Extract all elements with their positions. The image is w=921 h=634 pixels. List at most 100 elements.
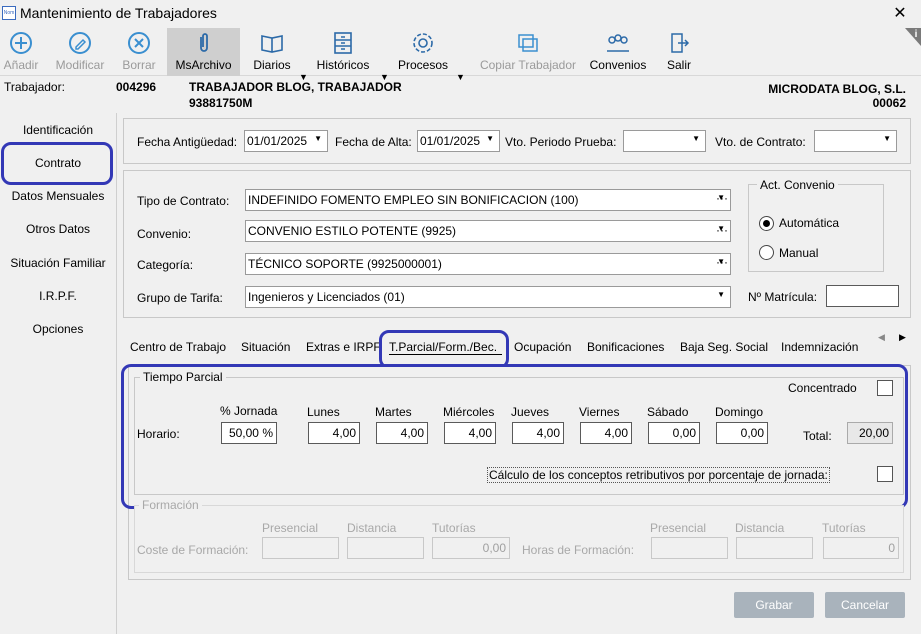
chevron-down-icon[interactable]: ▼ (692, 134, 700, 143)
group-icon (588, 28, 648, 58)
convenio-select[interactable]: CONVENIO ESTILO POTENTE (9925) ▼ (245, 220, 731, 242)
automatica-label: Automática (779, 216, 840, 230)
vto-contrato-date-field[interactable]: ▼ (814, 130, 897, 152)
sidebar-item-situacion-familiar[interactable]: Situación Familiar (0, 256, 116, 270)
sidebar-item-opciones[interactable]: Opciones (0, 322, 116, 336)
horas-formacion-label: Horas de Formación: (522, 543, 635, 557)
historicos-button[interactable]: Históricos (313, 28, 373, 76)
paperclip-icon (167, 28, 240, 58)
categoria-select[interactable]: TÉCNICO SOPORTE (9925000001) ▼ (245, 253, 731, 275)
cancel-button[interactable]: Cancelar (825, 592, 905, 618)
tab-baja-seg-social[interactable]: Baja Seg. Social (680, 340, 768, 354)
sidebar-item-identificacion[interactable]: Identificación (0, 123, 116, 137)
horas-tutorias-label: Tutorías (822, 521, 866, 535)
copy-worker-button[interactable]: Copiar Trabajador (478, 28, 578, 76)
tab-centro-trabajo[interactable]: Centro de Trabajo (130, 340, 226, 354)
procesos-dropdown-icon[interactable]: ▼ (456, 72, 465, 82)
antiguedad-label: Fecha Antigüedad: (137, 135, 238, 149)
matricula-label: Nº Matrícula: (748, 290, 818, 304)
categoria-more-button[interactable]: ··· (716, 255, 728, 269)
automatica-radio[interactable] (759, 216, 774, 231)
convenio-more-button[interactable]: ··· (716, 223, 728, 237)
act-convenio-title: Act. Convenio (757, 178, 838, 192)
sidebar-item-irpf[interactable]: I.R.P.F. (0, 289, 116, 303)
pane-divider (116, 113, 117, 634)
company-code: 00062 (872, 96, 906, 110)
coste-tutorias-label: Tutorías (432, 521, 476, 535)
horas-presencial-input[interactable] (651, 537, 728, 559)
book-icon (250, 28, 294, 58)
tipo-contrato-label: Tipo de Contrato: (137, 194, 230, 208)
title-bar: Nom Mantenimiento de Trabajadores ✕ (0, 0, 921, 28)
convenio-label: Convenio: (137, 227, 192, 241)
chevron-down-icon[interactable]: ▼ (883, 134, 891, 143)
tab-ocupacion[interactable]: Ocupación (514, 340, 571, 354)
delete-button[interactable]: Borrar (118, 28, 160, 76)
coste-formacion-label: Coste de Formación: (137, 543, 249, 557)
formacion-title: Formación (139, 498, 202, 512)
coste-tutorias-input[interactable]: 0,00 (432, 537, 510, 559)
chevron-down-icon[interactable]: ▼ (314, 134, 322, 143)
tabs-scroll-right-icon[interactable]: ▶ (899, 332, 906, 343)
categoria-label: Categoría: (137, 258, 194, 272)
sidebar-item-datos-mensuales[interactable]: Datos Mensuales (0, 189, 116, 203)
diarios-button[interactable]: Diarios (250, 28, 294, 76)
tabs-scroll-left-icon[interactable]: ◀ (878, 332, 885, 343)
horas-tutorias-input[interactable]: 0 (823, 537, 899, 559)
coste-distancia-input[interactable] (347, 537, 424, 559)
horas-distancia-label: Distancia (735, 521, 785, 535)
app-icon: Nom (2, 6, 16, 20)
worker-label: Trabajador: (4, 80, 65, 94)
window-title: Mantenimiento de Trabajadores (20, 5, 217, 21)
tab-extras-irpf[interactable]: Extras e IRPF (306, 340, 381, 354)
save-button[interactable]: Grabar (734, 592, 814, 618)
chevron-down-icon[interactable]: ▼ (486, 134, 494, 143)
tab-bonificaciones[interactable]: Bonificaciones (587, 340, 664, 354)
coste-distancia-label: Distancia (347, 521, 397, 535)
worker-code: 004296 (116, 80, 157, 94)
copy-icon (478, 28, 578, 58)
tipo-contrato-select[interactable]: INDEFINIDO FOMENTO EMPLEO SIN BONIFICACI… (245, 189, 731, 211)
manual-radio[interactable] (759, 245, 774, 260)
msarchivo-button[interactable]: MsArchivo (167, 28, 240, 76)
exit-button[interactable]: Salir (660, 28, 698, 76)
coste-presencial-label: Presencial (262, 521, 319, 535)
sidebar-item-otros-datos[interactable]: Otros Datos (0, 222, 116, 236)
chevron-down-icon[interactable]: ▼ (717, 290, 725, 299)
antiguedad-date-field[interactable]: 01/01/2025 ▼ (244, 130, 328, 152)
horas-distancia-input[interactable] (736, 537, 813, 559)
vto-contrato-label: Vto. de Contrato: (715, 135, 806, 149)
tab-indemnizacion[interactable]: Indemnización (781, 340, 858, 354)
gear-icon (396, 28, 450, 58)
manual-label: Manual (779, 246, 819, 260)
x-circle-icon (118, 28, 160, 58)
tipo-contrato-more-button[interactable]: ··· (716, 191, 728, 205)
active-tab-underline (389, 354, 502, 355)
modify-button[interactable]: Modificar (50, 28, 110, 76)
add-button[interactable]: Añadir (0, 28, 42, 76)
worker-dni: 93881750M (189, 96, 253, 110)
grupo-tarifa-label: Grupo de Tarifa: (137, 291, 223, 305)
highlight-tiempo-parcial (121, 364, 908, 509)
convenios-button[interactable]: Convenios (588, 28, 648, 76)
cabinet-icon (313, 28, 373, 58)
close-icon[interactable]: ✕ (890, 3, 910, 23)
plus-circle-icon (0, 28, 42, 58)
coste-presencial-input[interactable] (262, 537, 339, 559)
toolbar: Añadir Modificar Borrar MsArchivo Diario… (0, 28, 921, 82)
alta-label: Fecha de Alta: (335, 135, 412, 149)
tab-situacion[interactable]: Situación (241, 340, 290, 354)
procesos-button[interactable]: Procesos (396, 28, 450, 76)
prueba-date-field[interactable]: ▼ (623, 130, 706, 152)
worker-name: TRABAJADOR BLOG, TRABAJADOR (189, 80, 402, 94)
company-name: MICRODATA BLOG, S.L. (768, 82, 906, 96)
highlight-contrato (1, 142, 113, 185)
alta-date-field[interactable]: 01/01/2025 ▼ (417, 130, 500, 152)
prueba-label: Vto. Periodo Prueba: (505, 135, 617, 149)
exit-door-icon (660, 28, 698, 58)
pencil-circle-icon (50, 28, 110, 58)
matricula-input[interactable] (826, 285, 899, 307)
grupo-tarifa-select[interactable]: Ingenieros y Licenciados (01) ▼ (245, 286, 731, 308)
horas-presencial-label: Presencial (650, 521, 707, 535)
sidebar: Identificación Contrato Datos Mensuales … (0, 113, 116, 634)
